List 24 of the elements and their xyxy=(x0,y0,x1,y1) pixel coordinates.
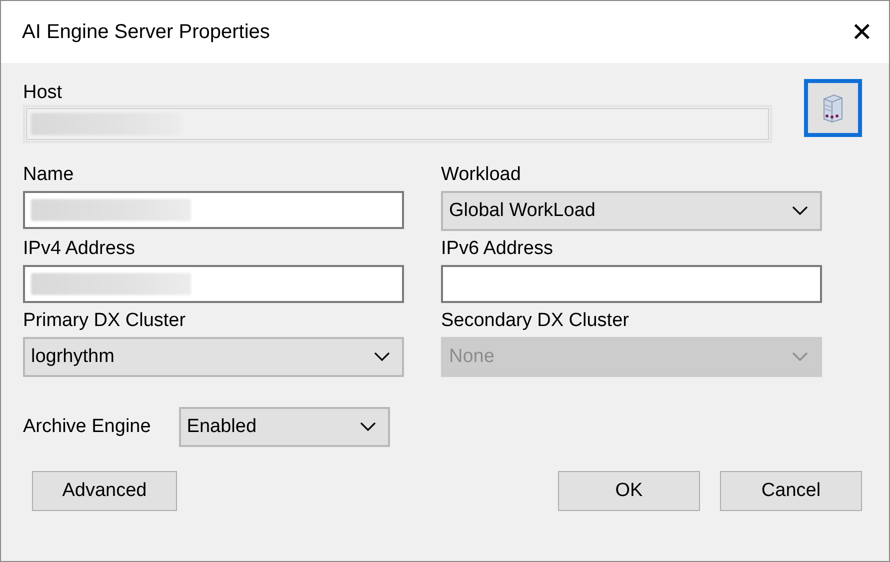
field-label: Host xyxy=(23,81,64,105)
field-label: Primary DX Cluster xyxy=(23,309,187,333)
caret-icon xyxy=(374,352,390,362)
input-field[interactable] xyxy=(441,265,822,303)
field-label: Secondary DX Cluster xyxy=(441,309,630,333)
dropdown[interactable]: logrhythm xyxy=(23,337,404,377)
dropdown[interactable]: Global WorkLoad xyxy=(441,191,822,231)
field-label: Workload xyxy=(441,163,522,187)
field-label: IPv4 Address xyxy=(23,237,136,261)
caret-icon xyxy=(792,352,808,362)
input-field[interactable] xyxy=(23,191,404,229)
dropdown[interactable]: Enabled xyxy=(178,407,390,447)
dialog-button[interactable]: Advanced xyxy=(32,471,177,511)
field-label: IPv6 Address xyxy=(441,237,554,261)
caret-icon xyxy=(360,422,376,432)
dialog-button[interactable]: Cancel xyxy=(720,471,862,511)
browse-button[interactable] xyxy=(804,79,862,137)
input-field[interactable] xyxy=(23,265,404,303)
window-title: AI Engine Server Properties xyxy=(22,20,270,44)
field-label: Name xyxy=(23,163,75,187)
field-label: Archive Engine xyxy=(23,415,151,439)
caret-icon xyxy=(792,206,808,216)
close-icon[interactable]: ✕ xyxy=(851,16,873,48)
dialog-button[interactable]: OK xyxy=(558,471,700,511)
